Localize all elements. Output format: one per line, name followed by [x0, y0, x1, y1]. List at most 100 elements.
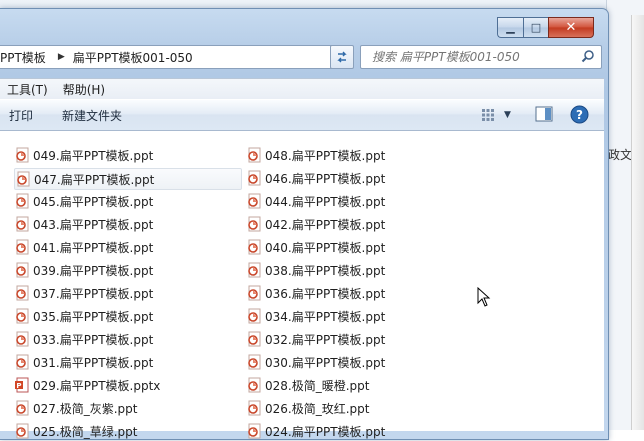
file-item[interactable]: 040.扁平PPT模板.ppt [246, 237, 385, 257]
file-item[interactable]: 047.扁平PPT模板.ppt [14, 168, 242, 190]
file-item[interactable]: 028.极简_暖橙.ppt [246, 375, 369, 395]
ppt-icon [16, 354, 29, 370]
change-view-button[interactable]: ▼ [480, 106, 518, 124]
menu-help[interactable]: 帮助(H) [56, 81, 113, 98]
address-bar[interactable]: PPT模板 ▶ 扁平PPT模板001-050 ▼ [0, 45, 353, 69]
file-name: 038.扁平PPT模板.ppt [265, 263, 386, 278]
file-name: 024.扁平PPT模板.ppt [265, 424, 386, 439]
mouse-cursor-icon [477, 287, 491, 307]
ppt-icon [16, 423, 29, 439]
search-input[interactable] [370, 49, 584, 65]
ppt-icon [16, 400, 29, 416]
file-name: 044.扁平PPT模板.ppt [265, 194, 386, 209]
new-folder-button[interactable]: 新建文件夹 [62, 107, 122, 124]
ppt-icon [248, 216, 261, 232]
file-name: 030.扁平PPT模板.ppt [265, 355, 386, 370]
ppt-icon [248, 239, 261, 255]
file-item[interactable]: 026.极简_玫红.ppt [246, 398, 369, 418]
file-item[interactable]: 034.扁平PPT模板.ppt [246, 306, 385, 326]
ppt-icon [248, 262, 261, 278]
file-name: 028.极简_暖橙.ppt [265, 378, 370, 393]
ppt-icon [16, 147, 29, 163]
file-name: 034.扁平PPT模板.ppt [265, 309, 386, 324]
ppt-icon [248, 170, 261, 186]
ppt-icon [17, 171, 30, 187]
file-item[interactable]: 035.扁平PPT模板.ppt [14, 306, 153, 326]
ppt-icon [248, 193, 261, 209]
file-name: 033.扁平PPT模板.ppt [33, 332, 154, 347]
file-item[interactable]: 025.极简_草绿.ppt [14, 421, 137, 441]
file-item[interactable]: 039.扁平PPT模板.ppt [14, 260, 153, 280]
file-item[interactable]: 031.扁平PPT模板.ppt [14, 352, 153, 372]
file-item[interactable]: 048.扁平PPT模板.ppt [246, 145, 385, 165]
svg-text:P: P [16, 382, 21, 390]
file-list: 049.扁平PPT模板.ppt 047.扁平PPT模板.ppt 045.扁平PPT模… [0, 131, 604, 439]
menu-bar: 工具(T) 帮助(H) [0, 78, 604, 99]
file-name: 042.扁平PPT模板.ppt [265, 217, 386, 232]
file-item[interactable]: 045.扁平PPT模板.ppt [14, 191, 153, 211]
print-button[interactable]: 打印 [9, 107, 33, 124]
ppt-icon [248, 147, 261, 163]
file-name: 026.极简_玫红.ppt [265, 401, 370, 416]
background-scrollbar [631, 15, 644, 430]
file-name: 031.扁平PPT模板.ppt [33, 355, 154, 370]
file-item[interactable]: 033.扁平PPT模板.ppt [14, 329, 153, 349]
file-item[interactable]: 044.扁平PPT模板.ppt [246, 191, 385, 211]
file-item[interactable]: 043.扁平PPT模板.ppt [14, 214, 153, 234]
search-box[interactable] [360, 45, 602, 69]
file-name: 046.扁平PPT模板.ppt [265, 171, 386, 186]
refresh-button[interactable] [330, 45, 354, 69]
refresh-icon [337, 51, 347, 63]
breadcrumb-current[interactable]: 扁平PPT模板001-050 [73, 49, 199, 66]
file-name: 027.极简_灰紫.ppt [33, 401, 138, 416]
file-item[interactable]: 038.扁平PPT模板.ppt [246, 260, 385, 280]
file-name: 045.扁平PPT模板.ppt [33, 194, 154, 209]
ppt-icon [16, 193, 29, 209]
file-item[interactable]: 041.扁平PPT模板.ppt [14, 237, 153, 257]
file-name: 039.扁平PPT模板.ppt [33, 263, 154, 278]
ppt-icon [16, 239, 29, 255]
search-icon[interactable] [581, 49, 595, 63]
file-name: 049.扁平PPT模板.ppt [33, 148, 154, 163]
view-dropdown-icon[interactable]: ▼ [504, 110, 511, 120]
file-name: 025.极简_草绿.ppt [33, 424, 138, 439]
ppt-icon [248, 285, 261, 301]
menu-tools[interactable]: 工具(T) [0, 81, 56, 98]
file-item[interactable]: 037.扁平PPT模板.ppt [14, 283, 153, 303]
ppt-icon [248, 400, 261, 416]
help-icon[interactable]: ? [570, 105, 589, 124]
file-item[interactable]: 046.扁平PPT模板.ppt [246, 168, 385, 188]
file-name: 029.扁平PPT模板.pptx [33, 378, 161, 393]
file-name: 032.扁平PPT模板.ppt [265, 332, 386, 347]
file-item[interactable]: 024.扁平PPT模板.ppt [246, 421, 385, 441]
ppt-icon [248, 354, 261, 370]
view-grid-icon [482, 109, 494, 121]
file-name: 037.扁平PPT模板.ppt [33, 286, 154, 301]
file-name: 040.扁平PPT模板.ppt [265, 240, 386, 255]
caption-buttons: ▁ □ ✕ [497, 17, 594, 38]
file-item[interactable]: 032.扁平PPT模板.ppt [246, 329, 385, 349]
ppt-icon [248, 308, 261, 324]
file-item[interactable]: P 029.扁平PPT模板.pptx [14, 375, 160, 395]
file-item[interactable]: 027.极简_灰紫.ppt [14, 398, 137, 418]
file-item[interactable]: 049.扁平PPT模板.ppt [14, 145, 153, 165]
preview-pane-icon[interactable] [535, 106, 553, 122]
pptx-icon: P [15, 377, 29, 393]
file-item[interactable]: 036.扁平PPT模板.ppt [246, 283, 385, 303]
file-name: 041.扁平PPT模板.ppt [33, 240, 154, 255]
file-name: 047.扁平PPT模板.ppt [34, 172, 155, 187]
maximize-button[interactable]: □ [523, 17, 548, 38]
file-item[interactable]: 042.扁平PPT模板.ppt [246, 214, 385, 234]
file-name: 043.扁平PPT模板.ppt [33, 217, 154, 232]
close-button[interactable]: ✕ [548, 17, 594, 38]
breadcrumb-parent[interactable]: PPT模板 [0, 49, 52, 66]
ppt-icon [16, 308, 29, 324]
ppt-icon [16, 331, 29, 347]
file-name: 036.扁平PPT模板.ppt [265, 286, 386, 301]
file-item[interactable]: 030.扁平PPT模板.ppt [246, 352, 385, 372]
ppt-icon [16, 285, 29, 301]
ppt-icon [248, 423, 261, 439]
minimize-button[interactable]: ▁ [497, 17, 523, 38]
file-name: 035.扁平PPT模板.ppt [33, 309, 154, 324]
breadcrumb-separator-icon[interactable]: ▶ [52, 52, 73, 62]
